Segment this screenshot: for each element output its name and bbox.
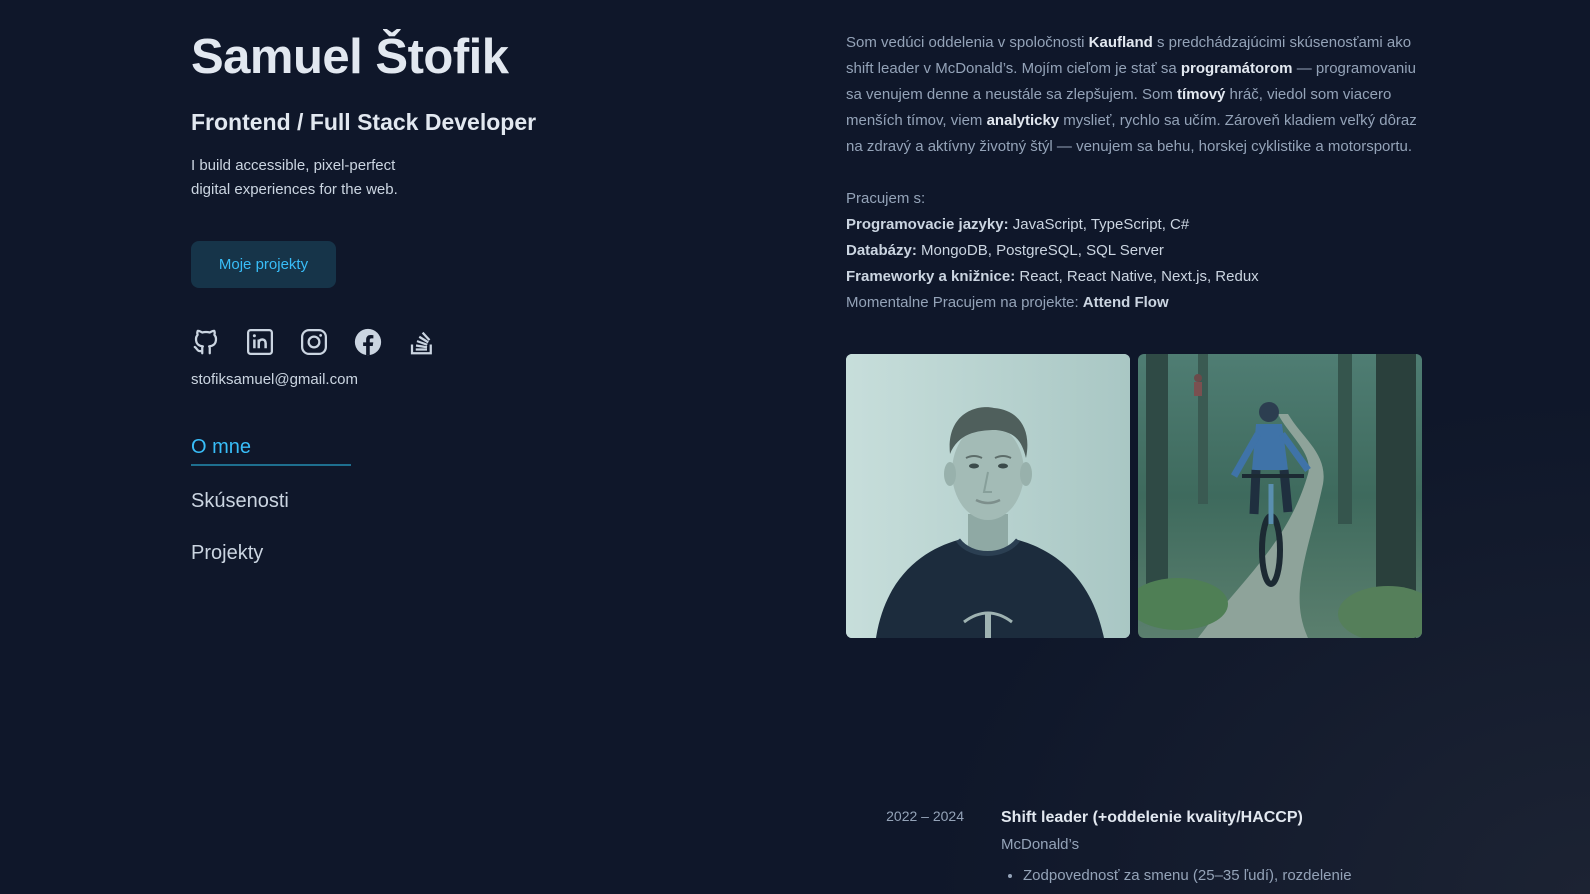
portrait-image [846, 354, 1130, 638]
skills-frameworks-value: React, React Native, Next.js, Redux [1015, 268, 1259, 285]
skills-section: Pracujem s: Programovacie jazyky: JavaSc… [846, 186, 1426, 316]
tagline-line-1: I build accessible, pixel-perfect [191, 157, 396, 174]
experience-bullets: Zodpovednosť za smenu (25–35 ľudí), rozd… [1001, 863, 1426, 889]
cycling-image [1138, 354, 1422, 638]
experience-date: 2022 – 2024 [886, 808, 964, 824]
page-title: Samuel Štofik [191, 30, 509, 84]
current-project-label: Momentalne Pracujem na projekte: [846, 294, 1083, 311]
skills-languages-value: JavaScript, TypeScript, C# [1008, 216, 1190, 233]
nav-item-projekty[interactable]: Projekty [191, 536, 351, 570]
experience-company: McDonald’s [1001, 836, 1080, 853]
stackoverflow-icon [410, 331, 432, 355]
highlight-analyticky: analyticky [986, 112, 1060, 129]
section-nav: O mne Skúsenosti Projekty [191, 430, 711, 570]
skills-frameworks: Frameworky a knižnice: React, React Nati… [846, 264, 1426, 290]
experience-item[interactable]: 2022 – 2024 Shift leader (+oddelenie kva… [846, 806, 1426, 889]
linkedin-icon [247, 329, 273, 355]
facebook-icon [354, 328, 382, 356]
experience-bullet: Zodpovednosť za smenu (25–35 ľudí), rozd… [1023, 863, 1426, 889]
right-column: Som vedúci oddelenia v spoločnosti Kaufl… [846, 30, 1426, 638]
highlight-timovy: tímový [1177, 86, 1226, 103]
email-address[interactable]: stofiksamuel@gmail.com [191, 371, 711, 388]
facebook-link[interactable] [353, 327, 383, 357]
skills-languages-label: Programovacie jazyky: [846, 216, 1009, 233]
skills-databases-value: MongoDB, PostgreSQL, SQL Server [916, 242, 1164, 259]
skills-intro: Pracujem s: [846, 190, 926, 207]
about-text: Som vedúci oddelenia v spoločnosti Kaufl… [846, 30, 1426, 160]
skills-databases: Databázy: MongoDB, PostgreSQL, SQL Serve… [846, 238, 1426, 264]
left-column: Samuel Štofik Frontend / Full Stack Deve… [191, 22, 711, 588]
portrait-photo [846, 354, 1130, 638]
page: Samuel Štofik Frontend / Full Stack Deve… [0, 0, 1590, 894]
skills-frameworks-label: Frameworky a knižnice: [846, 268, 1016, 285]
about-text-part: Som vedúci oddelenia v spoločnosti [846, 34, 1089, 51]
projects-button[interactable]: Moje projekty [191, 241, 336, 288]
social-links [191, 325, 711, 359]
skills-languages: Programovacie jazyky: JavaScript, TypeSc… [846, 212, 1426, 238]
instagram-link[interactable] [299, 327, 329, 357]
highlight-kaufland: Kaufland [1088, 34, 1153, 51]
cycling-photo [1138, 354, 1422, 638]
linkedin-link[interactable] [245, 327, 275, 357]
current-project-value: Attend Flow [1082, 294, 1169, 311]
highlight-programatorom: programátorom [1180, 60, 1293, 77]
stackoverflow-link[interactable] [407, 327, 437, 357]
skills-current-project: Momentalne Pracujem na projekte: Attend … [846, 290, 1426, 316]
tagline: I build accessible, pixel-perfect digita… [191, 154, 431, 202]
tagline-line-2: digital experiences for the web. [191, 181, 398, 198]
github-icon [193, 329, 218, 355]
job-title: Frontend / Full Stack Developer [191, 109, 537, 135]
instagram-icon [301, 329, 327, 355]
experience-title: Shift leader (+oddelenie kvality/HACCP) [1001, 809, 1303, 826]
skills-databases-label: Databázy: [846, 242, 917, 259]
about-section: Som vedúci oddelenia v spoločnosti Kaufl… [846, 30, 1426, 160]
photo-gallery [846, 354, 1426, 638]
nav-item-o-mne[interactable]: O mne [191, 430, 351, 466]
nav-item-skusenosti[interactable]: Skúsenosti [191, 484, 351, 518]
experience-body: Shift leader (+oddelenie kvality/HACCP) … [1001, 806, 1426, 889]
github-link[interactable] [191, 327, 221, 357]
